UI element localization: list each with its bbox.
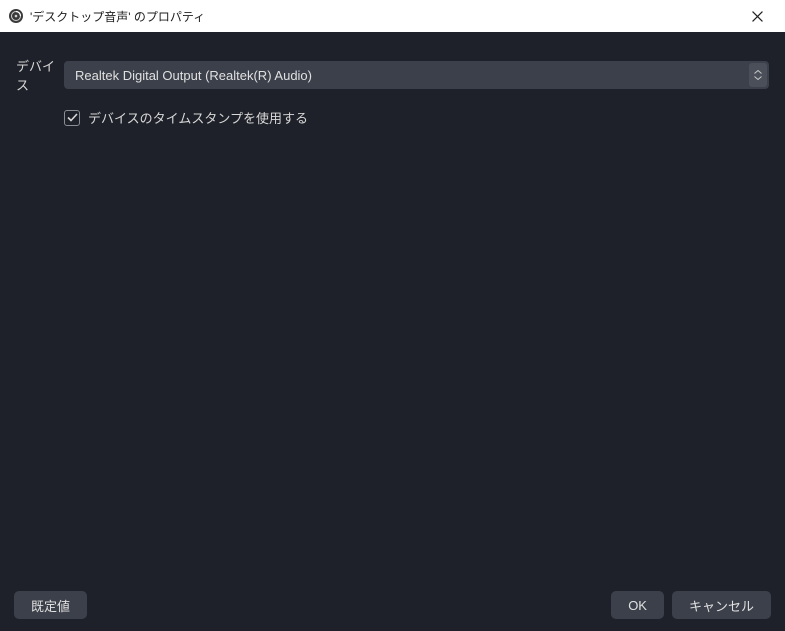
use-timestamp-label[interactable]: デバイスのタイムスタンプを使用する xyxy=(88,108,308,127)
timestamp-row: デバイスのタイムスタンプを使用する xyxy=(16,108,769,127)
cancel-button[interactable]: キャンセル xyxy=(672,591,771,619)
close-icon xyxy=(752,11,763,22)
device-select-value: Realtek Digital Output (Realtek(R) Audio… xyxy=(65,68,322,83)
ok-button-label: OK xyxy=(628,598,647,613)
defaults-button-label: 既定値 xyxy=(31,596,70,615)
titlebar: 'デスクトップ音声' のプロパティ xyxy=(0,0,785,32)
footer: 既定値 OK キャンセル xyxy=(0,581,785,631)
ok-button[interactable]: OK xyxy=(611,591,664,619)
device-row: デバイス Realtek Digital Output (Realtek(R) … xyxy=(16,56,769,94)
checkmark-icon xyxy=(67,113,78,122)
close-button[interactable] xyxy=(735,1,779,31)
cancel-button-label: キャンセル xyxy=(689,596,754,615)
select-spinner-icon xyxy=(749,63,767,87)
use-timestamp-checkbox[interactable] xyxy=(64,110,80,126)
device-label: デバイス xyxy=(16,56,64,94)
window-title: 'デスクトップ音声' のプロパティ xyxy=(30,8,735,25)
app-icon xyxy=(8,8,24,24)
defaults-button[interactable]: 既定値 xyxy=(14,591,87,619)
device-select[interactable]: Realtek Digital Output (Realtek(R) Audio… xyxy=(64,61,769,89)
content-area: デバイス Realtek Digital Output (Realtek(R) … xyxy=(0,32,785,581)
